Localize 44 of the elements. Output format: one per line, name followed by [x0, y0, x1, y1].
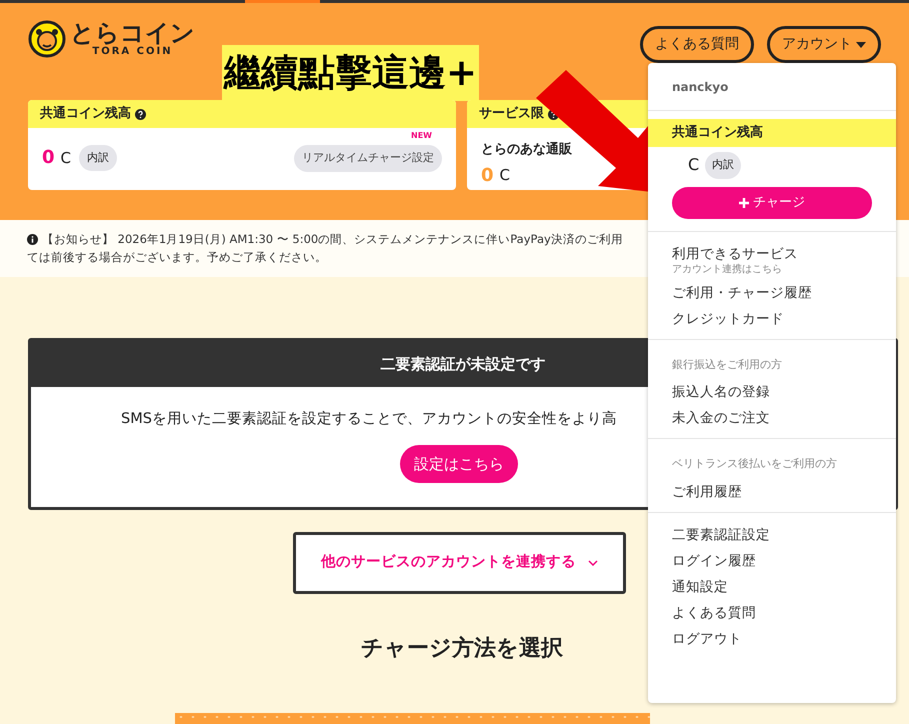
menu-item[interactable]: ご利用履歴 [672, 482, 872, 500]
balance-amount: 0 [42, 146, 55, 170]
card-title: 共通コイン残高 [40, 104, 131, 124]
charge-button[interactable]: チャージ [672, 186, 872, 218]
menu-item[interactable]: ログイン履歴 [672, 552, 872, 570]
realtime-charge-button[interactable]: リアルタイムチャージ設定 [294, 145, 442, 172]
menu-item[interactable]: 未入金のご注文 [672, 409, 872, 427]
balance-title: 共通コイン残高 [672, 124, 763, 142]
coin-unit: C [688, 154, 700, 176]
balance-amount: 0 [481, 164, 494, 188]
menu-item[interactable]: 二要素認証設定 [672, 526, 872, 544]
username: nanckyo [672, 78, 728, 96]
service-name: とらのあな通販 [481, 142, 572, 157]
menu-item[interactable]: ご利用・チャージ履歴 [672, 284, 872, 302]
chevron-down-icon [588, 560, 598, 566]
notice-text: ては前後する場合がございます。予めご了承ください。 [27, 250, 327, 264]
logo-name: とらコイン [70, 21, 195, 45]
card-title: サービス限 [479, 105, 544, 124]
menu-item-subtext: アカウント連携はこちら [672, 262, 783, 276]
annotation-text: 繼續點擊這邊+ [222, 45, 480, 101]
breakdown-button[interactable]: 内訳 [79, 144, 118, 171]
new-label: NEW [411, 130, 432, 142]
menu-item[interactable]: よくある質問 [672, 604, 872, 622]
section-heading: チャージ方法を選択 [361, 634, 563, 663]
coin-unit: C [60, 148, 72, 168]
info-icon [27, 234, 38, 244]
tiger-logo-icon [28, 20, 66, 58]
two-factor-text: SMSを用いた二要素認証を設定することで、アカウントの安全性をより高 [121, 410, 617, 429]
logo-subname: TORA COIN [92, 47, 173, 57]
coin-unit: C [500, 165, 510, 186]
setup-button[interactable]: 設定はこちら [400, 444, 518, 483]
link-accounts-button[interactable]: 他のサービスのアカウントを連携する [293, 532, 626, 594]
menu-section-heading: ベリトランス後払いをご利用の方 [672, 456, 838, 472]
two-factor-title: 二要素認証が未設定です [380, 354, 546, 375]
menu-item[interactable]: 振込人名の登録 [672, 383, 872, 401]
caret-icon [856, 42, 866, 48]
menu-item[interactable]: クレジットカード [672, 310, 872, 328]
breakdown-button[interactable]: 内訳 [705, 152, 742, 178]
menu-item[interactable]: ログアウト [672, 630, 872, 648]
menu-item[interactable]: 利用できるサービス [672, 244, 872, 262]
menu-section-heading: 銀行振込をご利用の方 [672, 356, 783, 372]
notice-text: 【お知らせ】 2026年1月19日(月) AM1:30 〜 5:00の間、システムメンテナンスに伴いPayPay決済のご利用 [42, 231, 623, 248]
menu-item[interactable]: 通知設定 [672, 578, 872, 596]
plus-icon [739, 198, 749, 208]
